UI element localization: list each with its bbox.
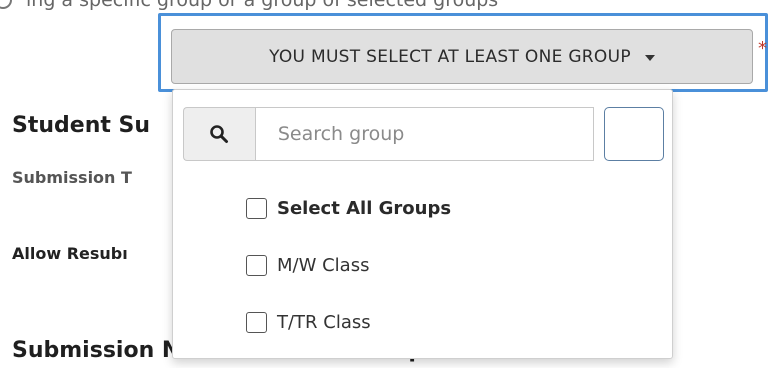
submission-type-label: Submission T bbox=[12, 168, 132, 187]
page: ing a specific group or a group of selec… bbox=[0, 0, 769, 368]
radio-button[interactable] bbox=[0, 0, 12, 9]
required-marker: * bbox=[758, 38, 767, 59]
allow-resubmission-label: Allow Resubı bbox=[12, 244, 128, 263]
group-select-label: YOU MUST SELECT AT LEAST ONE GROUP bbox=[269, 46, 631, 67]
group-dropdown-menu: Select All Groups M/W Class T/TR Class bbox=[172, 89, 673, 359]
option-label: Select All Groups bbox=[277, 198, 452, 219]
option-ttr-class[interactable]: T/TR Class bbox=[246, 312, 371, 333]
search-clear-button[interactable] bbox=[604, 107, 664, 161]
search-input[interactable] bbox=[254, 107, 595, 161]
option-mw-class[interactable]: M/W Class bbox=[246, 255, 369, 276]
caret-down-icon bbox=[644, 54, 655, 61]
checkbox[interactable] bbox=[246, 255, 267, 276]
search-icon bbox=[210, 125, 229, 143]
option-label: T/TR Class bbox=[277, 312, 371, 333]
radio-label: ing a specific group or a group of selec… bbox=[26, 0, 499, 11]
checkbox[interactable] bbox=[246, 312, 267, 333]
group-scope-radio-row[interactable]: ing a specific group or a group of selec… bbox=[0, 0, 498, 11]
group-search bbox=[183, 107, 664, 161]
group-select-button[interactable]: YOU MUST SELECT AT LEAST ONE GROUP bbox=[171, 29, 753, 84]
option-label: M/W Class bbox=[277, 255, 370, 276]
option-select-all-groups[interactable]: Select All Groups bbox=[246, 198, 451, 219]
student-submission-heading: Student Su bbox=[12, 113, 151, 138]
checkbox[interactable] bbox=[246, 198, 267, 219]
search-addon bbox=[183, 107, 255, 161]
